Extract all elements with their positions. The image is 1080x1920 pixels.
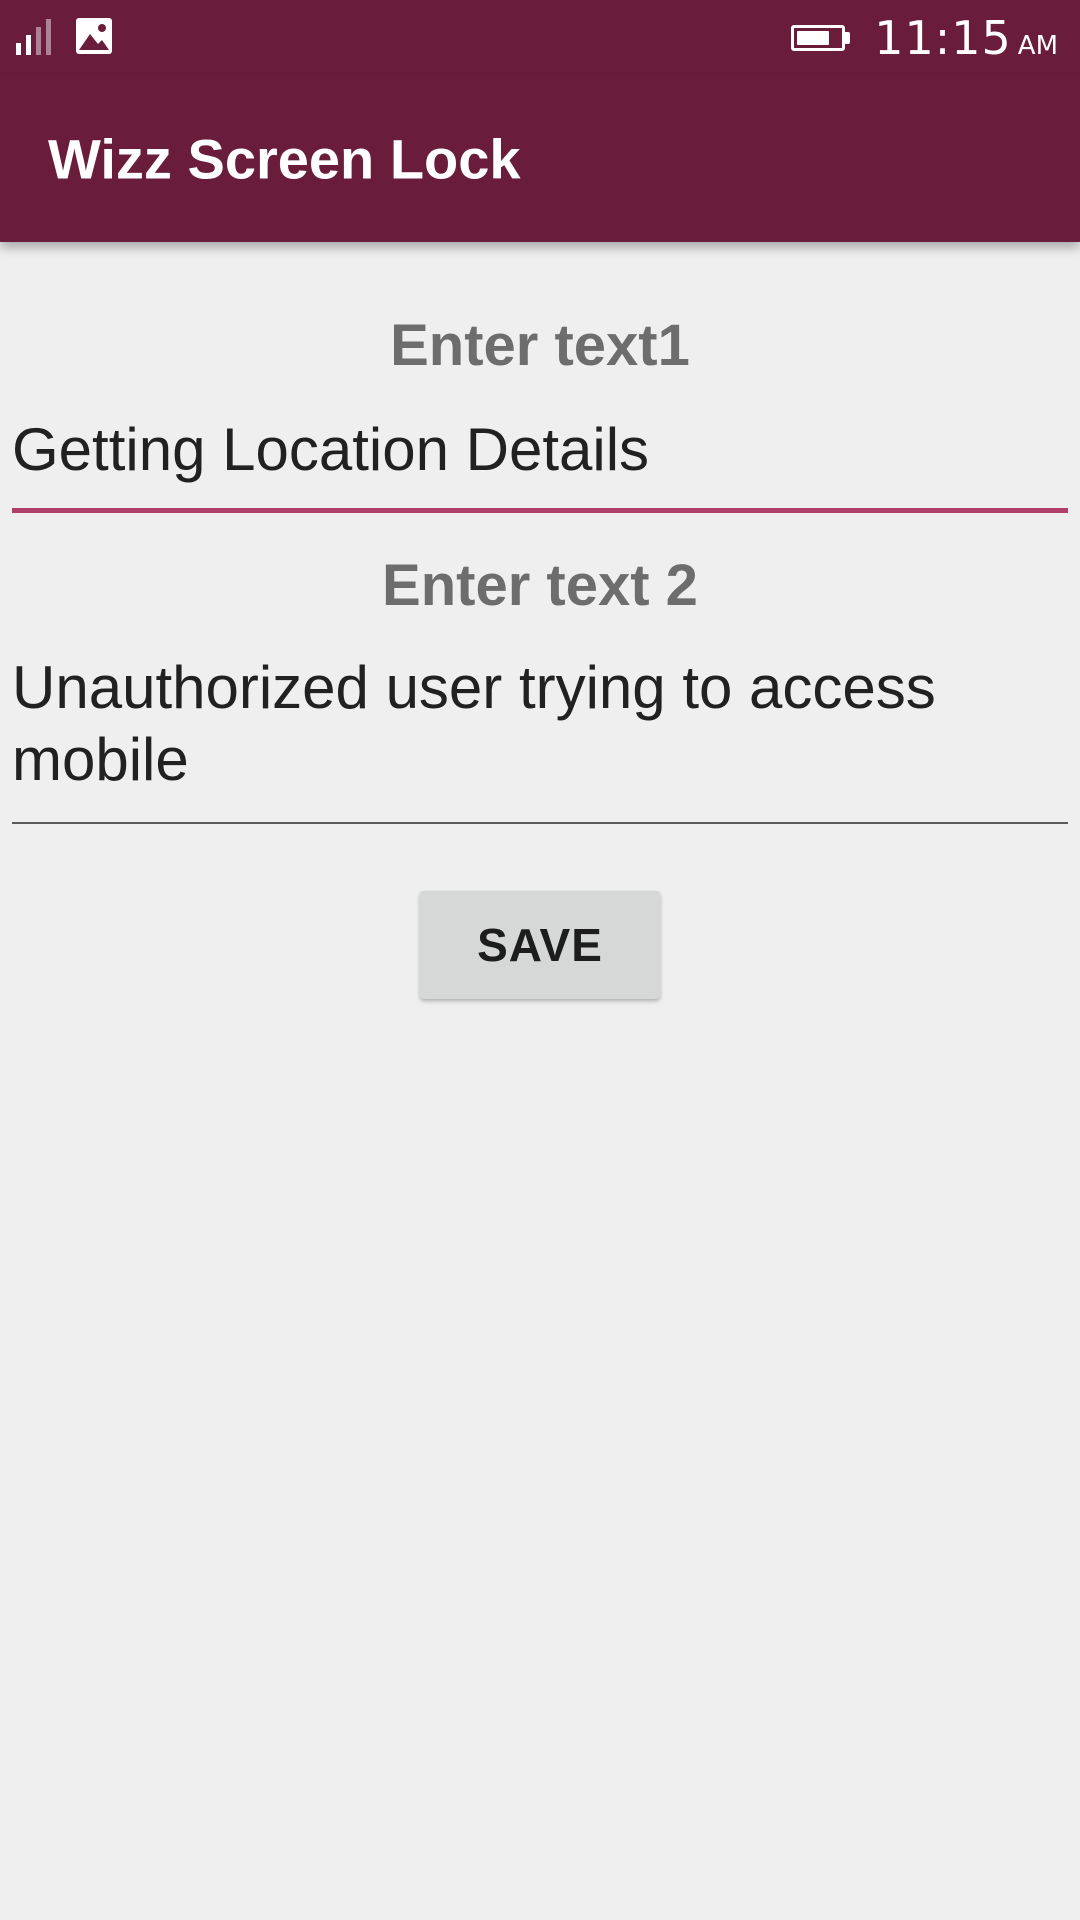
save-button[interactable]: SAVE (420, 891, 660, 999)
battery-icon (791, 25, 851, 51)
status-right: 11:15 AM (791, 11, 1058, 65)
status-bar: 11:15 AM (0, 0, 1080, 76)
field2-label: Enter text 2 (382, 553, 698, 618)
signal-icon (16, 19, 51, 55)
clock: 11:15 AM (874, 11, 1058, 65)
text2-underline (12, 822, 1068, 824)
image-notification-icon (75, 17, 113, 60)
app-title: Wizz Screen Lock (48, 127, 521, 191)
screen: 11:15 AM Wizz Screen Lock Enter text1 Ge… (0, 0, 1080, 1920)
status-left (16, 17, 113, 60)
field1-label: Enter text1 (390, 313, 690, 378)
clock-ampm: AM (1017, 31, 1058, 61)
text1-underline (12, 508, 1068, 513)
app-bar: Wizz Screen Lock (0, 76, 1080, 242)
clock-time: 11:15 (874, 11, 1012, 65)
text2-input[interactable]: Unauthorized user trying to access mobil… (12, 652, 1068, 796)
text1-input[interactable]: Getting Location Details (12, 414, 1068, 486)
